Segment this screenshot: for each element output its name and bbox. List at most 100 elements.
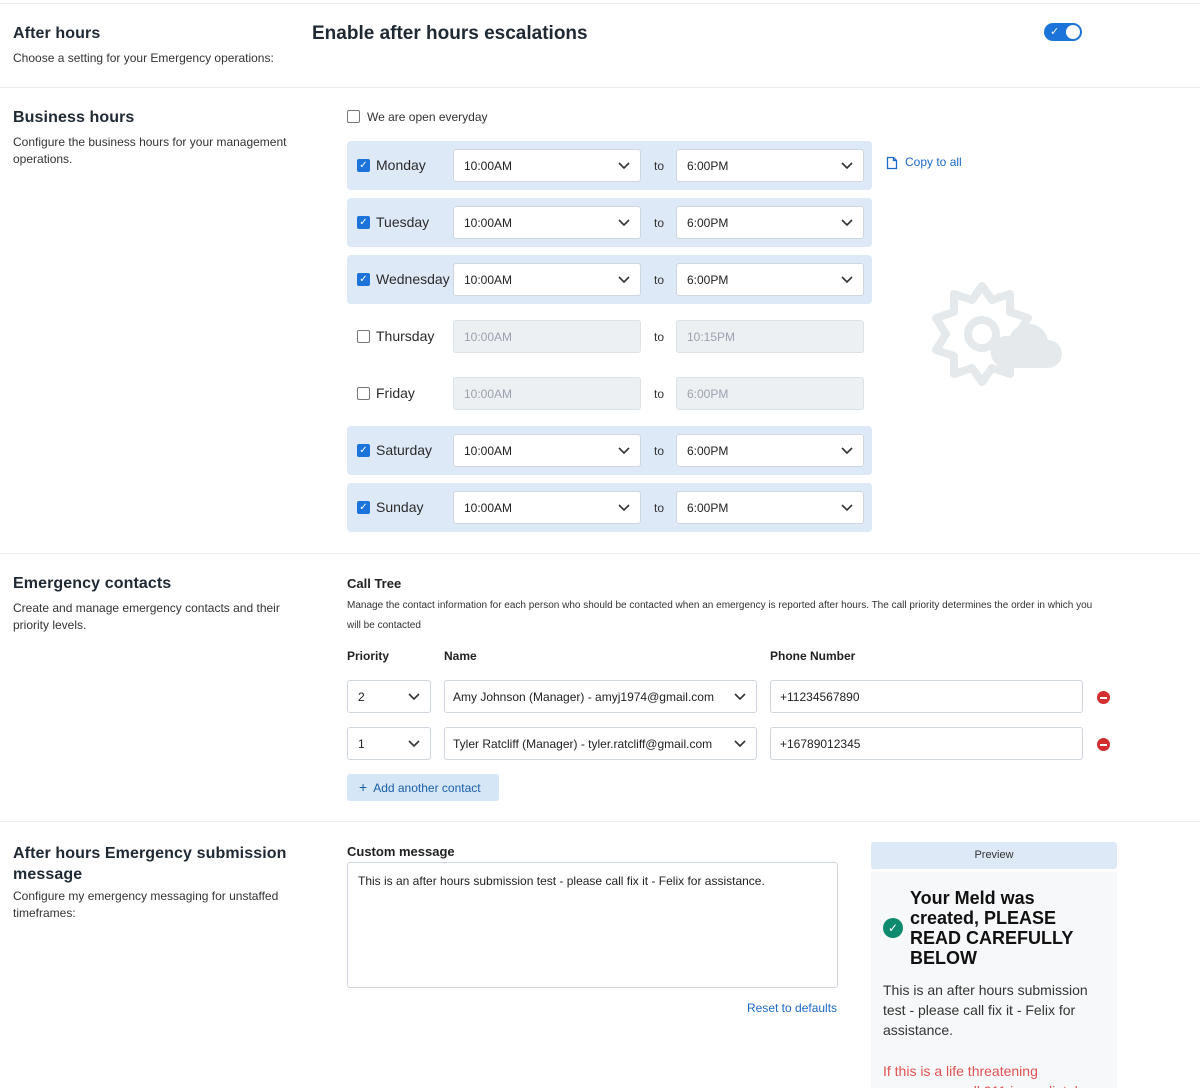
preview-body: This is an after hours submission test -… bbox=[883, 982, 1088, 1038]
to-label: to bbox=[654, 501, 665, 515]
phone-column-header: Phone Number bbox=[770, 649, 856, 663]
priority-select[interactable]: 1 bbox=[347, 727, 431, 760]
success-check-icon: ✓ bbox=[883, 918, 903, 938]
remove-contact-icon[interactable] bbox=[1097, 691, 1110, 704]
toggle-knob bbox=[1066, 25, 1080, 39]
chevron-down-icon bbox=[618, 162, 630, 170]
day-row-saturday: ✓ Saturday 10:00AM to 6:00PM bbox=[347, 426, 872, 475]
preview-warning: If this is a life threatening emergency,… bbox=[883, 1063, 1088, 1088]
start-time-value: 10:00AM bbox=[464, 387, 513, 401]
preview-panel: ✓ Your Meld was created, PLEASE READ CAR… bbox=[871, 872, 1117, 1088]
priority-select[interactable]: 2 bbox=[347, 680, 431, 713]
check-icon: ✓ bbox=[1050, 26, 1060, 38]
day-checkbox[interactable]: ✓ bbox=[357, 159, 370, 172]
name-column-header: Name bbox=[444, 649, 477, 663]
add-contact-button[interactable]: + Add another contact bbox=[347, 774, 499, 801]
after-hours-description: Choose a setting for your Emergency oper… bbox=[13, 51, 274, 65]
end-time-select[interactable]: 6:00PM bbox=[676, 491, 864, 524]
to-label: to bbox=[654, 159, 665, 173]
chevron-down-icon bbox=[618, 504, 630, 512]
day-checkbox[interactable] bbox=[357, 330, 370, 343]
emergency-contacts-title: Emergency contacts bbox=[13, 575, 172, 592]
day-label: Friday bbox=[376, 385, 415, 401]
custom-message-text: This is an after hours submission test -… bbox=[358, 874, 765, 888]
phone-number-input[interactable]: +16789012345 bbox=[770, 727, 1083, 760]
day-label: Wednesday bbox=[376, 271, 450, 287]
submission-message-description: Configure my emergency messaging for uns… bbox=[13, 889, 279, 920]
contact-name-select[interactable]: Amy Johnson (Manager) - amyj1974@gmail.c… bbox=[444, 680, 757, 713]
priority-value: 2 bbox=[358, 690, 365, 704]
contact-name-value: Tyler Ratcliff (Manager) - tyler.ratclif… bbox=[453, 737, 713, 751]
chevron-down-icon bbox=[841, 447, 853, 455]
open-everyday-label: We are open everyday bbox=[367, 110, 488, 124]
emergency-contacts-description: Create and manage emergency contacts and… bbox=[13, 601, 280, 632]
chevron-down-icon bbox=[618, 276, 630, 284]
start-time-select[interactable]: 10:00AM bbox=[453, 377, 641, 410]
to-label: to bbox=[654, 216, 665, 230]
remove-contact-icon[interactable] bbox=[1097, 738, 1110, 751]
end-time-select[interactable]: 10:15PM bbox=[676, 320, 864, 353]
start-time-select[interactable]: 10:00AM bbox=[453, 434, 641, 467]
end-time-value: 10:15PM bbox=[687, 330, 736, 344]
day-checkbox[interactable]: ✓ bbox=[357, 444, 370, 457]
plus-icon: + bbox=[359, 779, 368, 795]
end-time-select[interactable]: 6:00PM bbox=[676, 377, 864, 410]
end-time-select[interactable]: 6:00PM bbox=[676, 206, 864, 239]
custom-message-label: Custom message bbox=[347, 844, 455, 859]
phone-number-input[interactable]: +11234567890 bbox=[770, 680, 1083, 713]
chevron-down-icon bbox=[734, 693, 746, 701]
contact-name-select[interactable]: Tyler Ratcliff (Manager) - tyler.ratclif… bbox=[444, 727, 757, 760]
end-time-value: 6:00PM bbox=[687, 273, 729, 287]
to-label: to bbox=[654, 330, 665, 344]
start-time-select[interactable]: 10:00AM bbox=[453, 206, 641, 239]
day-checkbox[interactable]: ✓ bbox=[357, 501, 370, 514]
start-time-value: 10:00AM bbox=[464, 501, 513, 515]
day-checkbox[interactable]: ✓ bbox=[357, 273, 370, 286]
custom-message-textarea[interactable]: This is an after hours submission test -… bbox=[347, 862, 838, 988]
chevron-down-icon bbox=[841, 162, 853, 170]
day-row-wednesday: ✓ Wednesday 10:00AM to 6:00PM bbox=[347, 255, 872, 304]
day-checkbox[interactable] bbox=[357, 387, 370, 400]
start-time-value: 10:00AM bbox=[464, 330, 513, 344]
escalations-toggle[interactable]: ✓ bbox=[1044, 23, 1082, 41]
chevron-down-icon bbox=[841, 504, 853, 512]
start-time-select[interactable]: 10:00AM bbox=[453, 263, 641, 296]
start-time-value: 10:00AM bbox=[464, 159, 513, 173]
end-time-value: 6:00PM bbox=[687, 444, 729, 458]
chevron-down-icon bbox=[618, 447, 630, 455]
chevron-down-icon bbox=[734, 740, 746, 748]
end-time-select[interactable]: 6:00PM bbox=[676, 263, 864, 296]
phone-number-value: +11234567890 bbox=[780, 690, 860, 704]
end-time-select[interactable]: 6:00PM bbox=[676, 149, 864, 182]
start-time-select[interactable]: 10:00AM bbox=[453, 149, 641, 182]
day-label: Saturday bbox=[376, 442, 433, 458]
open-everyday-checkbox[interactable] bbox=[347, 110, 360, 123]
submission-message-title: After hours Emergency submission message bbox=[13, 845, 287, 883]
chevron-down-icon bbox=[408, 693, 420, 701]
business-hours-description: Configure the business hours for your ma… bbox=[13, 135, 287, 166]
end-time-value: 6:00PM bbox=[687, 216, 729, 230]
end-time-select[interactable]: 6:00PM bbox=[676, 434, 864, 467]
sun-cloud-icon bbox=[932, 282, 1062, 386]
day-row-friday: Friday 10:00AM to 6:00PM bbox=[347, 369, 872, 418]
day-checkbox[interactable]: ✓ bbox=[357, 216, 370, 229]
chevron-down-icon bbox=[841, 219, 853, 227]
start-time-select[interactable]: 10:00AM bbox=[453, 320, 641, 353]
priority-value: 1 bbox=[358, 737, 365, 751]
start-time-value: 10:00AM bbox=[464, 444, 513, 458]
priority-column-header: Priority bbox=[347, 649, 390, 663]
reset-defaults-link[interactable]: Reset to defaults bbox=[747, 1001, 837, 1015]
call-tree-title: Call Tree bbox=[347, 576, 402, 591]
to-label: to bbox=[654, 444, 665, 458]
day-row-monday: ✓ Monday 10:00AM to 6:00PM bbox=[347, 141, 872, 190]
end-time-value: 6:00PM bbox=[687, 387, 729, 401]
day-label: Sunday bbox=[376, 499, 424, 515]
business-hours-title: Business hours bbox=[13, 109, 135, 126]
preview-title: Your Meld was created, PLEASE READ CAREF… bbox=[910, 888, 1074, 968]
end-time-value: 6:00PM bbox=[687, 159, 729, 173]
day-row-sunday: ✓ Sunday 10:00AM to 6:00PM bbox=[347, 483, 872, 532]
preview-tab[interactable]: Preview bbox=[871, 842, 1117, 869]
day-row-thursday: Thursday 10:00AM to 10:15PM bbox=[347, 312, 872, 361]
day-label: Tuesday bbox=[376, 214, 430, 230]
start-time-select[interactable]: 10:00AM bbox=[453, 491, 641, 524]
